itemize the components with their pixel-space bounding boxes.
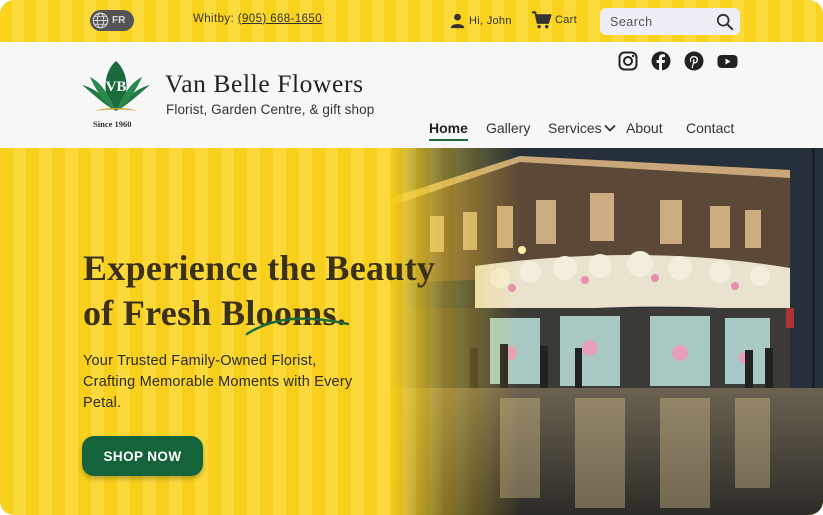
social-links [618, 51, 738, 71]
account-link[interactable]: Hi, John [449, 12, 512, 29]
pinterest-icon[interactable] [684, 51, 704, 71]
facebook-icon[interactable] [651, 51, 671, 71]
youtube-icon[interactable] [717, 51, 738, 71]
user-greeting: Hi, John [469, 14, 512, 27]
chevron-down-icon [604, 124, 616, 132]
store-location: Whitby: [193, 13, 235, 25]
brand-tagline: Florist, Garden Centre, & gift shop [166, 102, 375, 117]
language-label: FR [112, 15, 126, 26]
nav-services[interactable]: Services [548, 120, 616, 136]
shop-now-button[interactable]: SHOP NOW [82, 436, 203, 476]
underline-swoosh-decoration [245, 317, 350, 336]
hero-section: Experience the Beauty of Fresh Blooms. Y… [0, 148, 823, 515]
logo-icon[interactable]: VB [80, 59, 152, 119]
hero-headline-line-1: Experience the Beauty [83, 248, 436, 288]
nav-contact[interactable]: Contact [686, 120, 734, 136]
nav-gallery[interactable]: Gallery [486, 120, 530, 136]
cart-icon [531, 11, 552, 29]
since-label: Since 1960 [93, 119, 132, 129]
brand-name[interactable]: Van Belle Flowers [165, 69, 364, 99]
hero-subtitle: Your Trusted Family-Owned Florist, Craft… [83, 353, 353, 411]
nav-home[interactable]: Home [429, 120, 468, 141]
top-bar: FR Whitby: (905) 668-1650 Hi, John Cart [0, 0, 823, 42]
cart-link[interactable]: Cart [531, 10, 577, 30]
instagram-icon[interactable] [618, 51, 638, 71]
logo-initials: VB [106, 79, 127, 95]
page: FR Whitby: (905) 668-1650 Hi, John Cart [0, 0, 823, 515]
globe-icon [92, 12, 109, 29]
user-icon [450, 13, 465, 29]
store-phone: Whitby: (905) 668-1650 [193, 13, 322, 25]
search-box [600, 8, 740, 35]
cart-label: Cart [555, 14, 577, 26]
search-input[interactable] [608, 13, 712, 30]
nav-services-label: Services [548, 120, 602, 136]
phone-link[interactable]: (905) 668-1650 [238, 13, 322, 25]
language-toggle[interactable]: FR [90, 10, 134, 31]
nav-about[interactable]: About [626, 120, 663, 136]
search-icon[interactable] [716, 13, 734, 31]
site-header: VB Since 1960 Van Belle Flowers Florist,… [0, 42, 823, 148]
